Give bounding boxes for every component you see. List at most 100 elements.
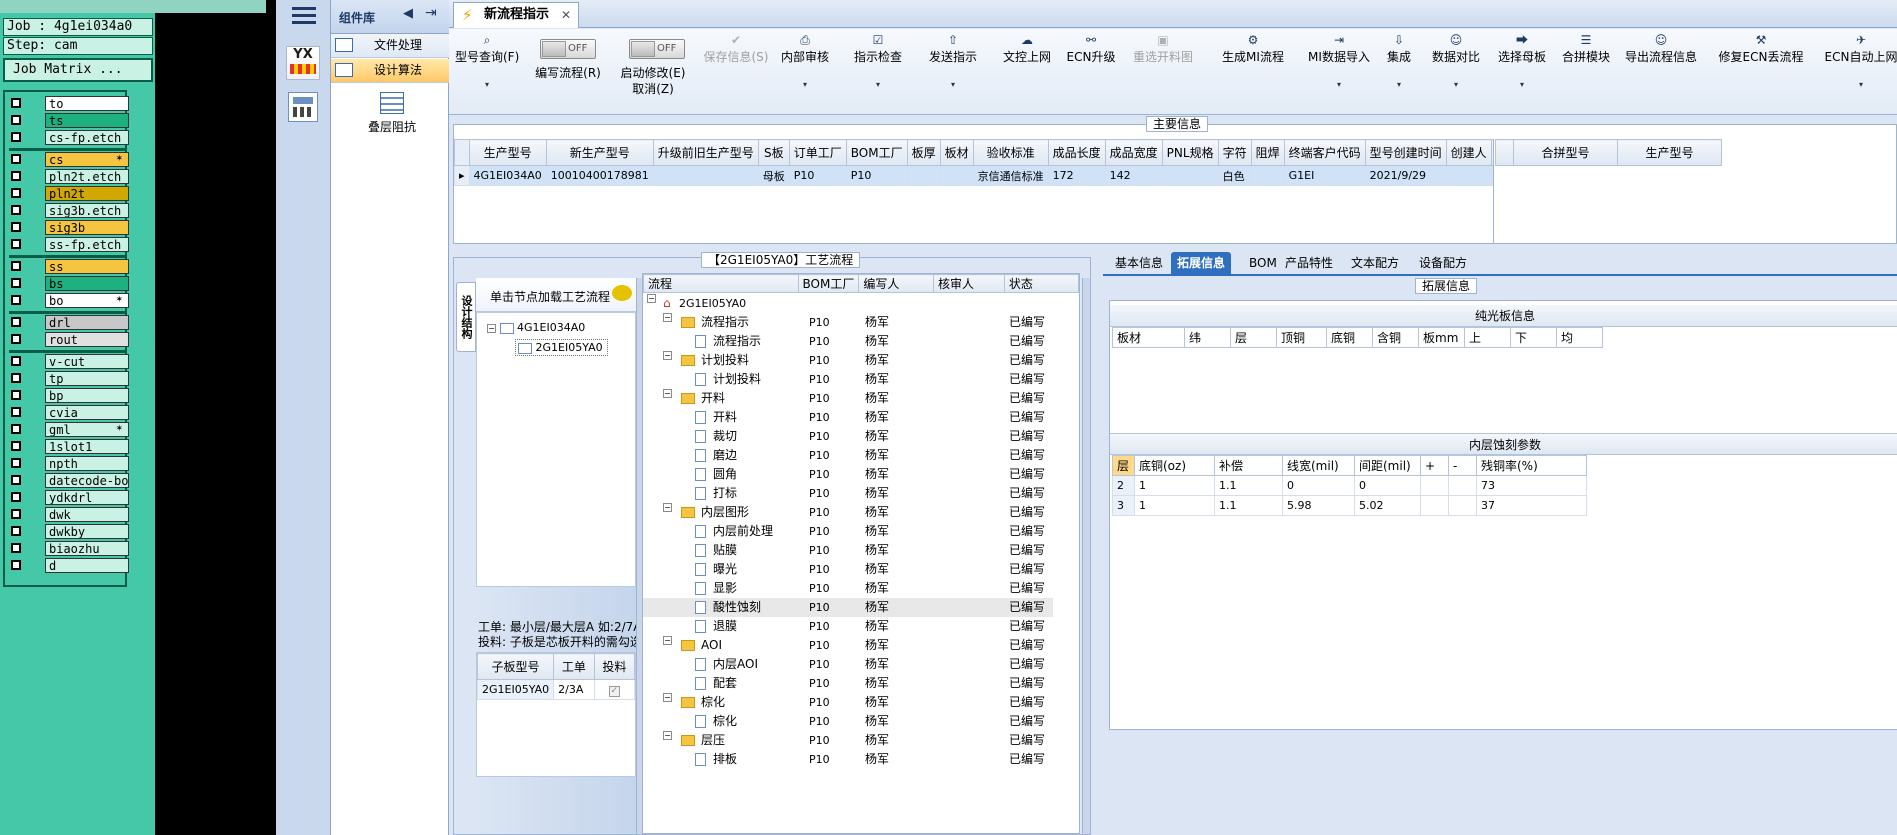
layer-row[interactable]: dwk (9, 507, 129, 522)
etch-cell[interactable]: 1.1 (1214, 475, 1283, 496)
process-row[interactable]: − 计划投料 P10 杨军 已编写 (643, 351, 1053, 370)
col-feed[interactable]: 投料 (593, 653, 636, 680)
col-etch-0[interactable]: 层 (1112, 455, 1135, 476)
layer-checkbox[interactable] (11, 543, 21, 553)
layer-row[interactable]: ss (9, 259, 129, 274)
dropdown-arrow-icon[interactable]: ▾ (1379, 79, 1419, 91)
col-main-14[interactable]: 终端客户代码 (1283, 139, 1366, 166)
stackup-impedance-tool[interactable]: 叠层阻抗 (357, 92, 427, 140)
col-main-2[interactable]: 升级前旧生产型号 (652, 139, 759, 166)
layer-row[interactable]: v-cut (9, 354, 129, 369)
etch-cell[interactable]: 0 (1282, 475, 1355, 496)
collapse-left-icon[interactable]: ◀ (403, 6, 413, 21)
col-main-10[interactable]: 成品宽度 (1104, 139, 1163, 166)
layer-checkbox[interactable] (11, 317, 21, 327)
tab-detail-4[interactable]: 文本配方 (1345, 252, 1405, 274)
col-reviewer[interactable]: 核审人 (933, 274, 1005, 293)
layer-checkbox[interactable] (11, 390, 21, 400)
component-item-design[interactable]: 设计算法 (331, 59, 449, 83)
toolbar-button-15[interactable]: ☰ 合拼模块 (1559, 29, 1613, 115)
process-row[interactable]: 排板 P10 杨军 已编写 (643, 750, 1053, 769)
tab-detail-3[interactable]: 产品特性 (1279, 252, 1339, 274)
col-main-12[interactable]: 字符 (1217, 139, 1252, 166)
toolbar-button-18[interactable]: ✈ ECN自动上网 ▾ (1821, 29, 1897, 115)
process-row[interactable]: 内层AOI P10 杨军 已编写 (643, 655, 1053, 674)
col-main-8[interactable]: 验收标准 (972, 139, 1049, 166)
col-main-17[interactable]: SO (1490, 139, 1493, 166)
toolbar-button-14[interactable]: ⮕ 选择母板 ▾ (1493, 29, 1551, 115)
layer-row[interactable]: ts (9, 113, 129, 128)
layer-row[interactable]: gml ✶ (9, 422, 129, 437)
process-row[interactable]: 计划投料 P10 杨军 已编写 (643, 370, 1053, 389)
col-status[interactable]: 状态 (1003, 274, 1079, 293)
etch-cell[interactable]: 1 (1134, 475, 1215, 496)
tab-detail-0[interactable]: 基本信息 (1109, 252, 1169, 274)
toolbar-button-11[interactable]: ⇥ MI数据导入 ▾ (1307, 29, 1371, 115)
process-row[interactable]: 退膜 P10 杨军 已编写 (643, 617, 1053, 636)
layer-row[interactable]: drl (9, 315, 129, 330)
layer-row[interactable]: dwkby (9, 524, 129, 539)
toolbar-button-5[interactable]: ☑ 指示检查 ▾ (847, 29, 909, 115)
process-row[interactable]: 圆角 P10 杨军 已编写 (643, 465, 1053, 484)
tree-node-root[interactable]: − 4G1EI034A0 (487, 321, 585, 334)
layer-checkbox[interactable] (11, 509, 21, 519)
etch-cell[interactable] (1448, 475, 1477, 496)
toolbar-button-7[interactable]: ☁ 文控上网 (999, 29, 1055, 115)
process-row[interactable]: 曝光 P10 杨军 已编写 (643, 560, 1053, 579)
process-row[interactable]: − 层压 P10 杨军 已编写 (643, 731, 1053, 750)
layer-row[interactable]: rout (9, 332, 129, 347)
layer-checkbox[interactable] (11, 98, 21, 108)
feed-checkbox[interactable]: ✓ (593, 679, 636, 700)
layer-checkbox[interactable] (11, 222, 21, 232)
layer-row[interactable]: npth (9, 456, 129, 471)
tab-detail-1[interactable]: 拓展信息 (1171, 252, 1232, 274)
col-main-15[interactable]: 型号创建时间 (1364, 139, 1447, 166)
col-bare-2[interactable]: 层 (1230, 327, 1277, 348)
col-author[interactable]: 编写人 (858, 274, 934, 293)
etch-cell[interactable]: 3 (1112, 495, 1135, 516)
layer-row[interactable]: bs (9, 276, 129, 291)
dropdown-arrow-icon[interactable]: ▾ (455, 79, 519, 91)
layer-checkbox[interactable] (11, 441, 21, 451)
side-tab-design[interactable]: 设计结构 (456, 282, 476, 352)
splitter[interactable] (1082, 278, 1090, 834)
process-row[interactable]: 内层前处理 P10 杨军 已编写 (643, 522, 1053, 541)
layer-checkbox[interactable] (11, 475, 21, 485)
col-bom-factory[interactable]: BOM工厂 (797, 274, 860, 293)
layer-checkbox[interactable] (11, 424, 21, 434)
layer-checkbox[interactable] (11, 560, 21, 570)
layer-row[interactable]: pln2t (9, 186, 129, 201)
col-bare-9[interactable]: 均 (1556, 327, 1603, 348)
etch-cell[interactable]: 1.1 (1214, 495, 1283, 516)
layer-row[interactable]: cs-fp.etch (9, 130, 129, 145)
layer-checkbox[interactable] (11, 188, 21, 198)
layer-row[interactable]: datecode-bo (9, 473, 129, 488)
layer-checkbox[interactable] (11, 261, 21, 271)
col-work-order[interactable]: 工单 (553, 653, 595, 680)
layer-row[interactable]: to (9, 96, 129, 111)
col-main-16[interactable]: 创建人 (1445, 139, 1492, 166)
col-etch-4[interactable]: 间距(mil) (1354, 455, 1421, 476)
toolbar-button-1[interactable]: OFF 编写流程(R) (531, 29, 605, 115)
col-bare-4[interactable]: 底铜 (1326, 327, 1373, 348)
toolbar-button-8[interactable]: ⚯ ECN升级 (1065, 29, 1117, 115)
layer-row[interactable]: sig3b.etch (9, 203, 129, 218)
dropdown-arrow-icon[interactable]: ▾ (1307, 79, 1371, 91)
component-item-file[interactable]: 文件处理 (331, 34, 449, 58)
tab-detail-5[interactable]: 设备配方 (1413, 252, 1473, 274)
col-main-3[interactable]: S板 (757, 139, 790, 166)
layer-checkbox[interactable] (11, 334, 21, 344)
layer-checkbox[interactable] (11, 205, 21, 215)
toolbar-button-12[interactable]: ⇩ 集成 ▾ (1379, 29, 1419, 115)
etch-cell[interactable]: 5.02 (1354, 495, 1421, 516)
toolbar-button-4[interactable]: ⎙ 内部审核 ▾ (775, 29, 835, 115)
process-row[interactable]: 棕化 P10 杨军 已编写 (643, 712, 1053, 731)
table-row[interactable]: 3 1 1.1 5.98 5.02 37 (1112, 495, 1587, 516)
calculator-icon[interactable] (288, 92, 318, 122)
tab-new-process[interactable]: ⚡ 新流程指示 ✕ (453, 2, 579, 28)
process-row[interactable]: − 流程指示 P10 杨军 已编写 (643, 313, 1053, 332)
process-row[interactable]: − 棕化 P10 杨军 已编写 (643, 693, 1053, 712)
col-main-11[interactable]: PNL规格 (1161, 139, 1219, 166)
tab-detail-2[interactable]: BOM (1243, 252, 1283, 274)
layer-checkbox[interactable] (11, 239, 21, 249)
